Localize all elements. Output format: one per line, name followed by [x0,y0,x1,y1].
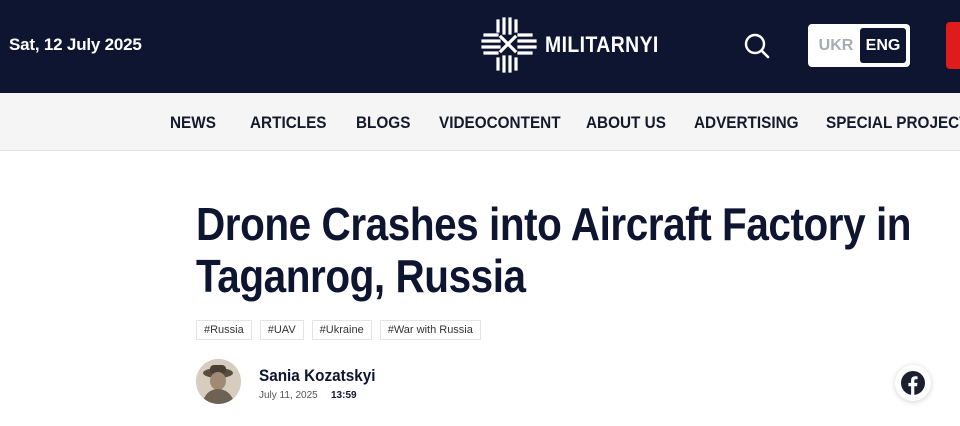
nav-item-articles[interactable]: ARTICLES [250,113,327,133]
tag-ukraine[interactable]: #Ukraine [311,320,372,340]
search-icon [744,33,770,59]
tag-russia[interactable]: #Russia [196,320,252,340]
nav-item-news[interactable]: NEWS [170,113,216,133]
nav-item-advertising[interactable]: ADVERTISING [694,113,799,133]
facebook-icon [901,371,925,395]
militarnyi-logo-icon [481,17,537,73]
article-title-line-1: Drone Crashes into Aircraft Factory in [196,198,912,250]
nav-item-blogs[interactable]: BLOGS [356,113,410,133]
article-title: Drone Crashes into Aircraft Factory in T… [196,198,912,302]
main-nav: NEWS ARTICLES BLOGS VIDEOCONTENT ABOUT U… [0,93,960,151]
top-header: Sat, 12 July 2025 MILITARNYI UKR ENG [0,0,960,93]
lang-ukr-button[interactable]: UKR [812,28,860,63]
current-date: Sat, 12 July 2025 [9,35,142,54]
article-title-line-2: Taganrog, Russia [196,250,526,302]
author-avatar[interactable] [196,359,241,404]
facebook-share-button[interactable] [895,365,931,401]
author-name[interactable]: Sania Kozatskyi [259,366,376,386]
publish-date: July 11, 2025 [259,390,318,401]
site-logo[interactable]: MILITARNYI [481,17,674,73]
logo-text: MILITARNYI [545,32,659,57]
nav-item-special-projects[interactable]: SPECIAL PROJECTS [826,113,960,133]
tag-uav[interactable]: #UAV [259,320,304,340]
search-button[interactable] [743,32,771,60]
tag-list: #Russia #UAV #Ukraine #War with Russia [196,320,481,340]
author-photo [196,359,241,404]
nav-item-videocontent[interactable]: VIDEOCONTENT [439,113,561,133]
tag-war-with-russia[interactable]: #War with Russia [379,320,481,340]
publish-time: 13:59 [331,390,357,401]
language-switcher: UKR ENG [808,24,910,67]
lang-eng-button[interactable]: ENG [860,28,906,63]
support-button[interactable] [946,22,960,69]
nav-item-about-us[interactable]: ABOUT US [586,113,666,133]
